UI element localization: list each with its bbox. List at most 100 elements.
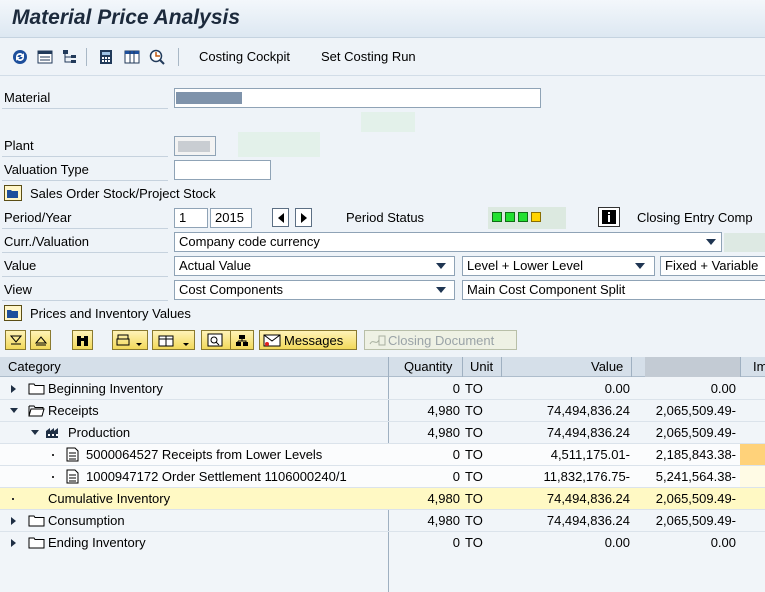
unit-cell: TO [465,403,483,418]
columns-icon[interactable] [124,49,140,65]
value-cell: 74,494,836.24 [546,403,630,418]
table-row[interactable]: Consumption 4,980 TO 74,494,836.24 2,065… [0,510,765,532]
previous-period-button[interactable] [272,208,289,227]
costing-cockpit-button[interactable]: Costing Cockpit [199,49,290,64]
highlight-cell [740,444,765,465]
valuation-type-label: Valuation Type [4,162,89,177]
quantity-cell: 4,980 [427,403,460,418]
chevron-down-icon [635,263,645,269]
collapse-arrow-icon[interactable] [31,430,39,435]
inventory-grid: Category Quantity Unit Value Im Beginnin… [0,357,765,592]
header-redacted-cell [645,357,740,377]
value-label: Value [4,258,37,273]
period-year-label: Period/Year [4,210,72,225]
status-led-icon [518,212,528,222]
refresh-icon[interactable] [12,49,28,65]
toolbar-separator [86,48,87,66]
find-button[interactable] [72,330,93,350]
value-header[interactable]: Value [591,359,623,374]
unit-cell: TO [465,491,483,506]
plant-field[interactable] [174,136,216,156]
leaf-marker [52,476,54,478]
material-label: Material [4,90,51,105]
binoculars-icon [77,335,88,346]
messages-label: Messages [284,332,344,348]
page-title: Material Price Analysis [12,6,241,29]
column-separator [388,357,389,377]
closing-document-icon [369,335,386,345]
value-cell: 74,494,836.24 [546,425,630,440]
leaf-marker [52,454,54,456]
collapse-all-button[interactable] [5,330,26,350]
hierarchy-icon[interactable] [62,49,78,65]
layout-button[interactable] [152,330,195,350]
extra-header[interactable]: Im [753,359,765,374]
material-field[interactable] [174,88,541,108]
expand-all-button[interactable] [30,330,51,350]
arrow-right-icon [300,212,307,223]
category-cell: 1000947172 Order Settlement 1106000240/1 [86,469,347,484]
expand-arrow-icon[interactable] [11,517,16,525]
print-button[interactable] [112,330,148,350]
selection-form: Material Plant Valuation Type Sales Orde… [0,76,765,356]
unit-cell: TO [465,425,483,440]
quantity-cell: 4,980 [427,491,460,506]
application-toolbar: Costing Cockpit Set Costing Run [0,38,765,76]
analysis-icon[interactable] [149,49,165,65]
label-underline [2,300,168,301]
period-field[interactable]: 1 [174,208,208,228]
table-row[interactable]: Receipts 4,980 TO 74,494,836.24 2,065,50… [0,400,765,422]
table-row[interactable]: Beginning Inventory 0 TO 0.00 0.00 [0,378,765,400]
info-icon[interactable] [598,207,620,227]
status-led-icon [505,212,515,222]
value-cell: 74,494,836.24 [546,491,630,506]
value2-cell: 0.00 [710,535,736,550]
expand-folder-icon[interactable] [4,305,22,321]
value-cell: 0.00 [604,381,630,396]
label-underline [2,108,168,109]
fixed-variable-select[interactable]: Fixed + Variable [660,256,765,276]
cost-component-split-field[interactable]: Main Cost Component Split [462,280,765,300]
messages-button[interactable]: Messages [259,330,357,350]
expand-arrow-icon[interactable] [11,385,16,393]
label-underline [2,156,168,157]
plant-label: Plant [4,138,34,153]
label-underline [2,276,168,277]
value-select[interactable]: Actual Value [174,256,455,276]
year-field[interactable]: 2015 [210,208,252,228]
plant-description-redacted [238,132,320,157]
view-select[interactable]: Cost Components [174,280,455,300]
value2-cell: 2,065,509.49- [655,491,736,506]
table-row[interactable]: Cumulative Inventory 4,980 TO 74,494,836… [0,488,765,510]
table-row[interactable]: 1000947172 Order Settlement 1106000240/1… [0,466,765,488]
list-view-icon[interactable] [37,49,53,65]
collapse-arrow-icon[interactable] [10,408,18,413]
hierarchy-button[interactable] [230,330,254,350]
valuation-type-field[interactable] [174,160,271,180]
value2-cell: 2,065,509.49- [655,403,736,418]
level-select[interactable]: Level + Lower Level [462,256,655,276]
category-cell: Receipts [48,403,99,418]
category-cell: 5000064527 Receipts from Lower Levels [86,447,323,462]
set-costing-run-button[interactable]: Set Costing Run [321,49,416,64]
status-led-icon [531,212,541,222]
table-row[interactable]: Ending Inventory 0 TO 0.00 0.00 [0,532,765,554]
expand-folder-icon[interactable] [4,185,22,201]
table-row[interactable]: Production 4,980 TO 74,494,836.24 2,065,… [0,422,765,444]
table-row[interactable]: 5000064527 Receipts from Lower Levels 0 … [0,444,765,466]
value2-cell: 2,065,509.49- [655,513,736,528]
quantity-header[interactable]: Quantity [404,359,452,374]
category-cell: Ending Inventory [48,535,146,550]
quantity-cell: 4,980 [427,513,460,528]
expand-arrow-icon[interactable] [11,539,16,547]
value2-cell: 0.00 [710,381,736,396]
calculator-icon[interactable] [98,49,114,65]
category-header[interactable]: Category [8,359,61,374]
view-label: View [4,282,32,297]
curr-valuation-select[interactable]: Company code currency [174,232,722,252]
period-status-label: Period Status [346,210,425,225]
next-period-button[interactable] [295,208,312,227]
unit-header[interactable]: Unit [470,359,493,374]
unit-cell: TO [465,381,483,396]
chevron-down-icon [706,239,716,245]
